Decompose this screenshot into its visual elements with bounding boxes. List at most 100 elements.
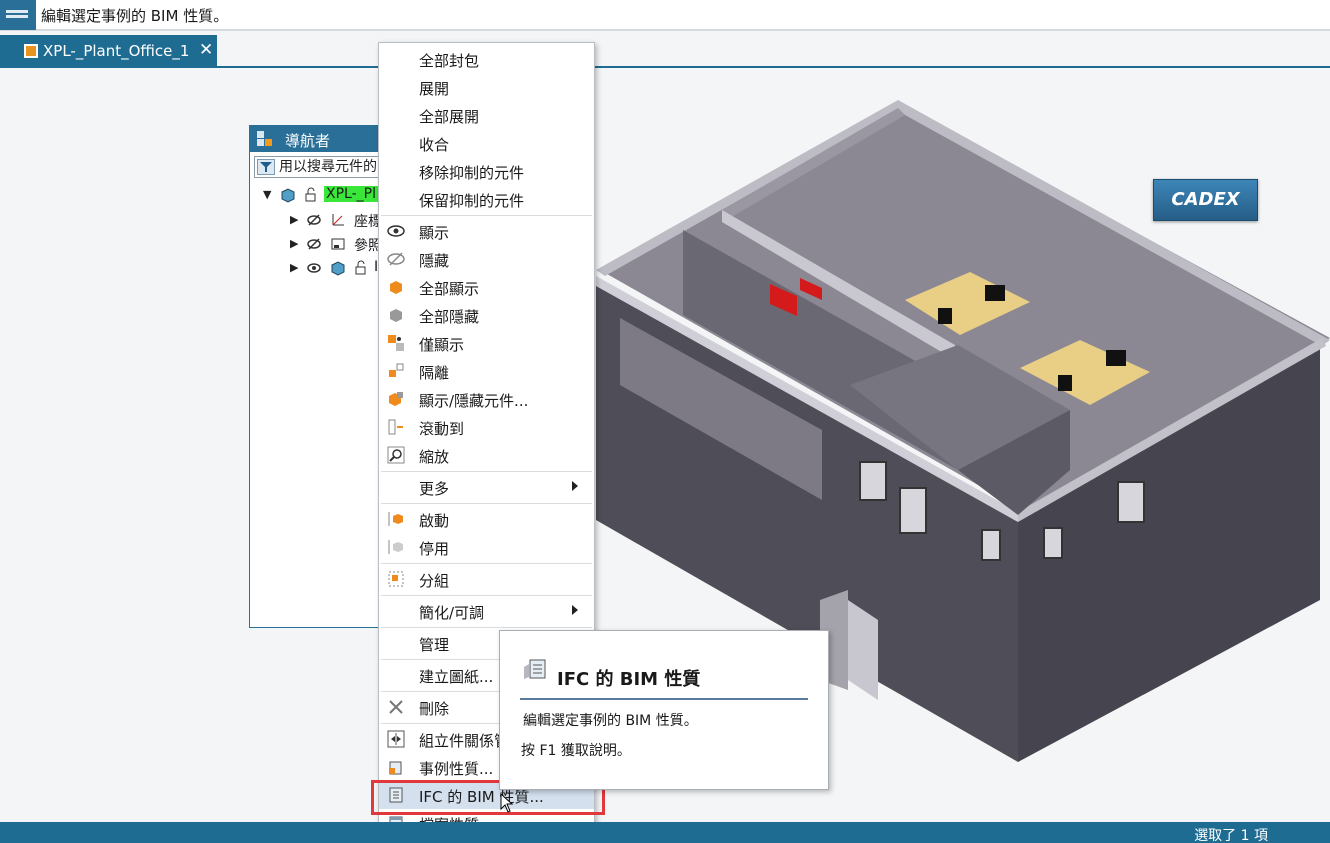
menu-item-hide[interactable]: 隱藏 <box>379 245 594 273</box>
monitor <box>1058 375 1072 391</box>
menu-item-scroll-to[interactable]: 滾動到 <box>379 413 594 441</box>
tree-row-root[interactable]: ▼ XPL-_Pl <box>250 184 380 208</box>
bottom-status-bar: 選取了 1 項 <box>0 822 1330 843</box>
window <box>1117 481 1145 523</box>
tree-label-root: XPL-_Pl <box>324 186 378 202</box>
navigator-icon <box>257 131 272 146</box>
eye-hidden-icon <box>387 252 405 266</box>
menu-item-label: 啟動 <box>419 512 450 530</box>
group-icon <box>388 571 404 587</box>
document-tab-strip: XPL-_Plant_Office_1 ✕ <box>0 33 1330 68</box>
menu-item-label: 管理 <box>419 636 450 654</box>
window <box>981 529 1001 561</box>
menu-item-isolate[interactable]: 隔離 <box>379 357 594 385</box>
menu-item-label: 建立圖紙... <box>419 668 494 686</box>
tree-row-references[interactable]: ▶ 參照 <box>250 233 382 257</box>
menu-item-label: 收合 <box>419 136 450 154</box>
expand-arrow-icon[interactable]: ▶ <box>290 237 298 250</box>
navigator-title: 導航者 <box>285 132 331 150</box>
close-icon[interactable]: ✕ <box>199 40 213 60</box>
deactivate-icon <box>388 540 403 554</box>
expand-arrow-icon[interactable]: ▶ <box>290 213 298 226</box>
menu-item-label: 全部隱藏 <box>419 308 480 326</box>
menu-item-pack-all[interactable]: 全部封包 <box>379 45 594 73</box>
menu-item-deactivate[interactable]: 停用 <box>379 533 594 561</box>
menu-item-zoom[interactable]: 縮放 <box>379 441 594 469</box>
hide-all-icon <box>390 309 402 322</box>
menu-item-collapse[interactable]: 收合 <box>379 129 594 157</box>
assembly-icon <box>281 188 295 203</box>
tab-label: XPL-_Plant_Office_1 <box>43 42 190 60</box>
unlock-icon <box>355 260 366 275</box>
menu-item-more[interactable]: 更多 <box>379 473 594 501</box>
menu-separator <box>381 627 592 628</box>
monitor <box>938 308 952 324</box>
menu-item-label: 簡化/可調 <box>419 604 485 622</box>
selection-count: 選取了 1 項 <box>1194 828 1268 843</box>
menu-item-label: 縮放 <box>419 448 450 466</box>
menu-item-label: 全部封包 <box>419 52 480 70</box>
tree-row-coordinates[interactable]: ▶ 座標 <box>250 209 382 233</box>
menu-item-hide-all[interactable]: 全部隱藏 <box>379 301 594 329</box>
menu-item-keep-suppressed[interactable]: 保留抑制的元件 <box>379 185 594 213</box>
unlock-icon <box>305 187 316 202</box>
eye-icon[interactable] <box>306 260 322 276</box>
relations-icon <box>387 730 405 748</box>
menu-item-label: 事例性質... <box>419 760 494 778</box>
zoom-icon <box>387 446 405 464</box>
monitor <box>985 285 1005 301</box>
menu-item-show-all[interactable]: 全部顯示 <box>379 273 594 301</box>
status-message: 編輯選定事例的 BIM 性質。 <box>41 7 229 25</box>
menu-separator <box>381 503 592 504</box>
menu-item-group[interactable]: 分組 <box>379 565 594 593</box>
menu-item-expand-all[interactable]: 全部展開 <box>379 101 594 129</box>
menu-item-label: 顯示/隱藏元件... <box>419 392 529 410</box>
menu-item-label: 分組 <box>419 572 450 590</box>
menu-item-remove-suppressed[interactable]: 移除抑制的元件 <box>379 157 594 185</box>
show-all-icon <box>390 281 402 294</box>
hidden-eye-icon[interactable] <box>306 212 322 228</box>
menu-item-expand[interactable]: 展開 <box>379 73 594 101</box>
menu-item-label: 保留抑制的元件 <box>419 192 525 210</box>
cadex-logo: CADEX <box>1153 179 1258 221</box>
isolate-icon <box>389 363 404 377</box>
menu-item-label: 更多 <box>419 480 450 498</box>
menu-item-label: 隔離 <box>419 364 450 382</box>
show-hide-icon <box>389 392 403 406</box>
expand-arrow-icon[interactable]: ▶ <box>290 261 298 274</box>
menu-item-show[interactable]: 顯示 <box>379 217 594 245</box>
menu-item-label: 顯示 <box>419 224 450 242</box>
instance-properties-icon <box>389 761 402 775</box>
menu-item-show-only[interactable]: 僅顯示 <box>379 329 594 357</box>
show-only-icon <box>388 335 404 351</box>
coordinate-system-icon <box>332 214 344 226</box>
top-status-bar: 編輯選定事例的 BIM 性質。 <box>0 0 1330 31</box>
scroll-to-icon <box>388 419 403 435</box>
menu-item-label: 滾動到 <box>419 420 465 438</box>
search-input[interactable] <box>279 157 383 177</box>
submenu-arrow-icon <box>572 481 578 491</box>
menu-separator <box>381 563 592 564</box>
tab-document[interactable]: XPL-_Plant_Office_1 ✕ <box>0 35 217 68</box>
menu-item-label: 組立件關係管 <box>419 732 510 750</box>
menu-item-simplify[interactable]: 簡化/可調 <box>379 597 594 625</box>
bim-properties-icon <box>524 659 546 679</box>
menu-item-label: 全部顯示 <box>419 280 480 298</box>
navigator-search <box>254 156 384 178</box>
menu-item-show-hide-components[interactable]: 顯示/隱藏元件... <box>379 385 594 413</box>
assembly-icon <box>331 261 345 276</box>
menu-item-label: 展開 <box>419 80 450 98</box>
tooltip-description: 編輯選定事例的 BIM 性質。 <box>523 713 698 729</box>
tree-row-component[interactable]: ▶ I <box>250 257 380 281</box>
delete-icon <box>389 700 403 714</box>
window <box>859 461 887 501</box>
menu-item-activate[interactable]: 啟動 <box>379 505 594 533</box>
hidden-eye-icon[interactable] <box>306 236 322 252</box>
menu-separator <box>381 215 592 216</box>
menu-item-label: 停用 <box>419 540 450 558</box>
filter-icon[interactable] <box>257 159 275 175</box>
menu-item-label: 僅顯示 <box>419 336 465 354</box>
navigator-panel: 導航者 ▼ XPL-_Pl ▶ 座標 ▶ 參照 ▶ I <box>249 125 384 628</box>
navigator-header: 導航者 <box>250 126 380 152</box>
collapse-arrow-icon[interactable]: ▼ <box>263 188 271 201</box>
